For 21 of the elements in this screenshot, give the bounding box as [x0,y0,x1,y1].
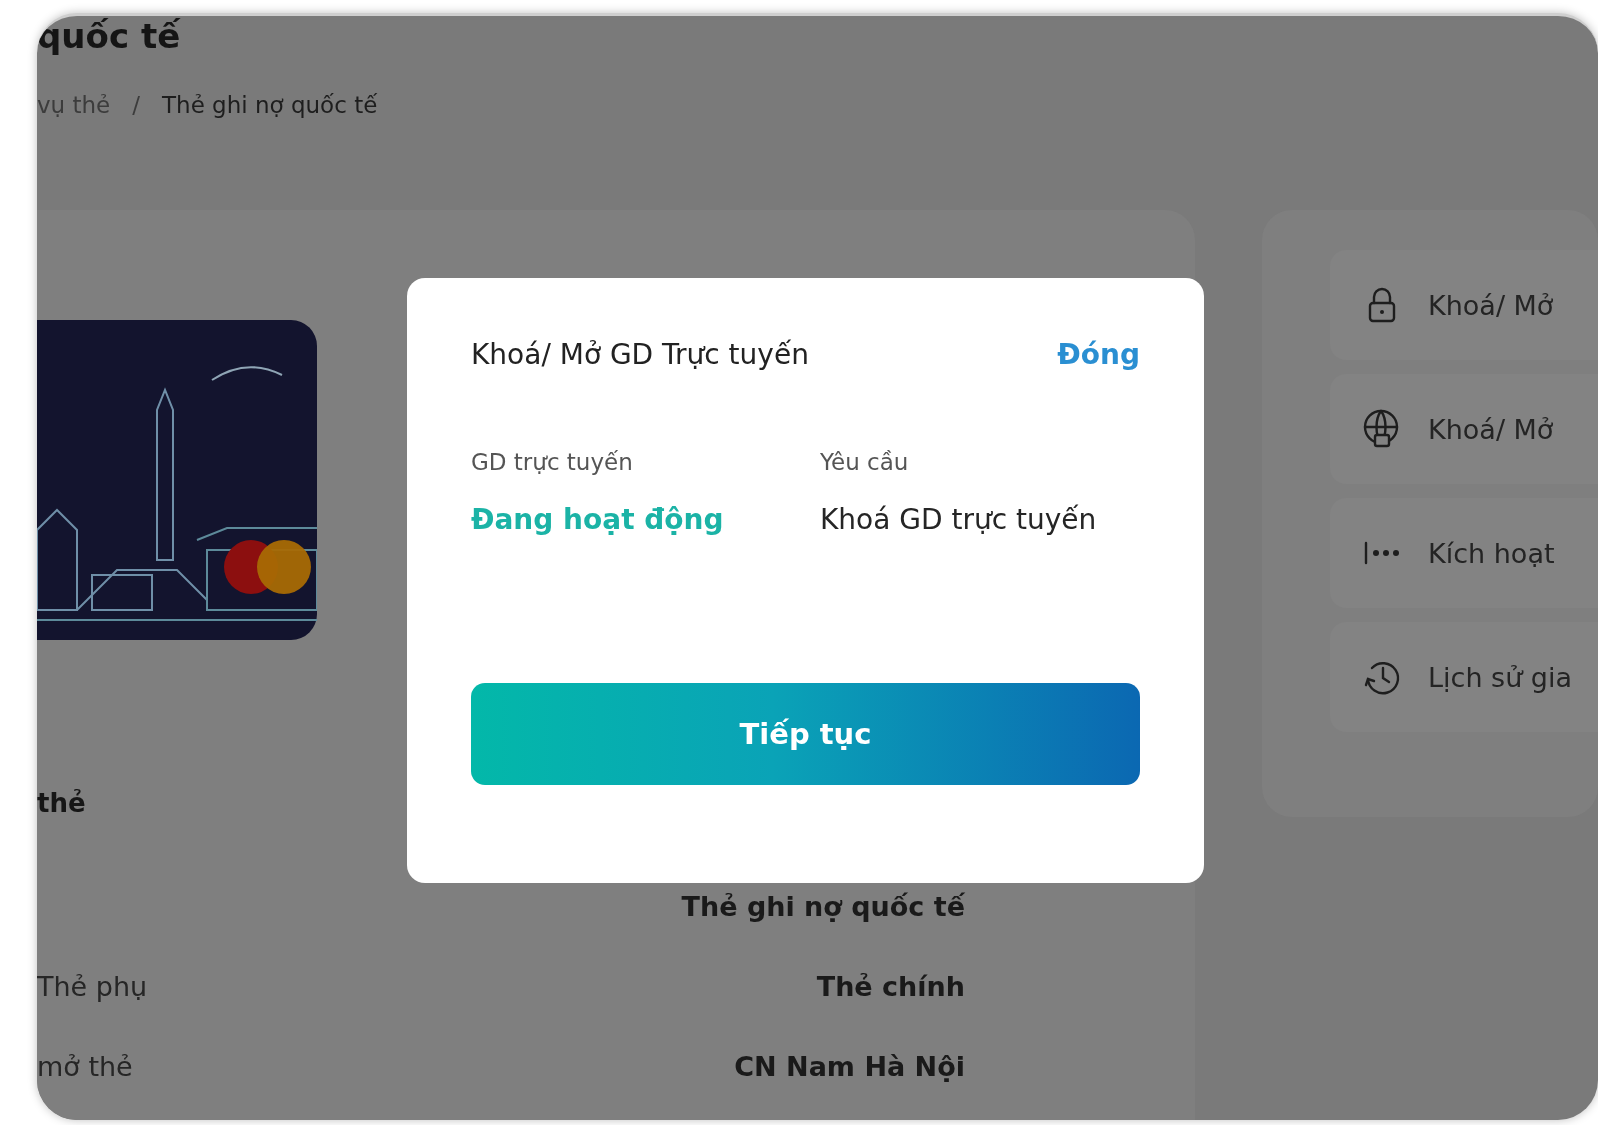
info-label: Thẻ phụ [37,970,148,1004]
status-value: Đang hoạt động [471,502,725,538]
continue-button[interactable]: Tiếp tục [471,683,1140,785]
breadcrumb-item: Thẻ ghi nợ quốc tế [162,92,378,118]
info-value: Thẻ chính [816,970,965,1004]
info-value: Thẻ ghi nợ quốc tế [681,890,965,924]
page-title: quốc tế [37,16,182,56]
dialog-title: Khoá/ Mở GD Trực tuyến [471,338,809,371]
info-value: CN Nam Hà Nội [734,1050,965,1084]
field-label: Yêu cầu [820,449,910,475]
close-link[interactable]: Đóng [1057,338,1140,371]
breadcrumb-item[interactable]: vụ thẻ [37,92,111,118]
field-label: GD trực tuyến [471,449,634,475]
breadcrumb-separator: / [132,92,140,118]
action-item[interactable]: Khoá/ Mở [1330,374,1598,484]
info-label: mở thẻ [37,1050,133,1084]
action-item[interactable]: Lịch sử gia [1330,622,1598,732]
action-item[interactable]: Kích hoạt [1330,498,1598,608]
section-title: thẻ [37,788,87,818]
field-value: Khoá GD trực tuyến [820,502,1098,538]
action-item[interactable]: Khoá/ Mở [1330,250,1598,360]
